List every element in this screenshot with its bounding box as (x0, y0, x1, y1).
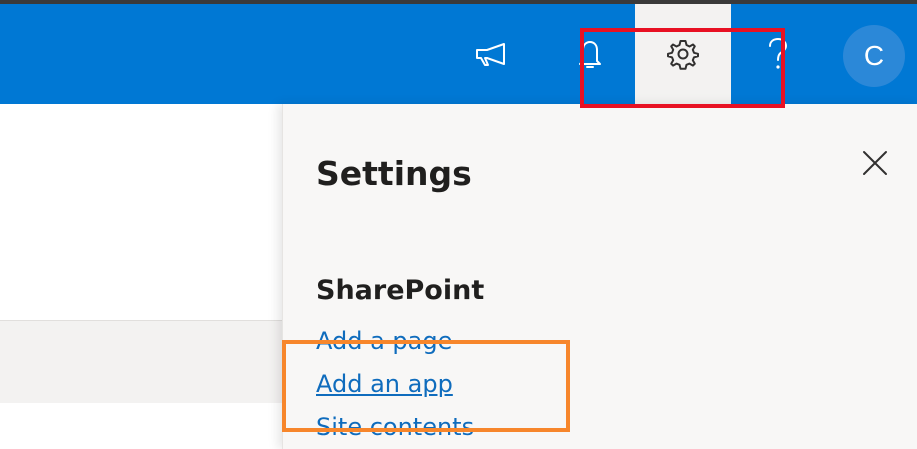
whats-new-button[interactable] (457, 4, 525, 104)
add-a-page-link[interactable]: Add a page (316, 325, 452, 357)
megaphone-icon (473, 39, 509, 69)
avatar-initial: C (863, 40, 885, 71)
help-button[interactable] (744, 4, 812, 104)
page-content-band (0, 320, 282, 403)
notifications-button[interactable] (556, 4, 624, 104)
account-avatar[interactable]: C (843, 25, 905, 87)
close-settings-button[interactable] (858, 148, 892, 182)
bell-icon (575, 37, 605, 71)
settings-button[interactable] (635, 4, 731, 104)
screenshot-root: C Settings SharePoint Add a page Add an … (0, 0, 917, 449)
close-icon (862, 150, 888, 180)
question-icon (766, 36, 790, 72)
site-contents-link[interactable]: Site contents (316, 411, 474, 443)
settings-panel-title: Settings (316, 154, 472, 193)
sharepoint-section-heading: SharePoint (316, 275, 485, 306)
gear-icon (666, 37, 700, 71)
add-an-app-link[interactable]: Add an app (316, 368, 453, 400)
